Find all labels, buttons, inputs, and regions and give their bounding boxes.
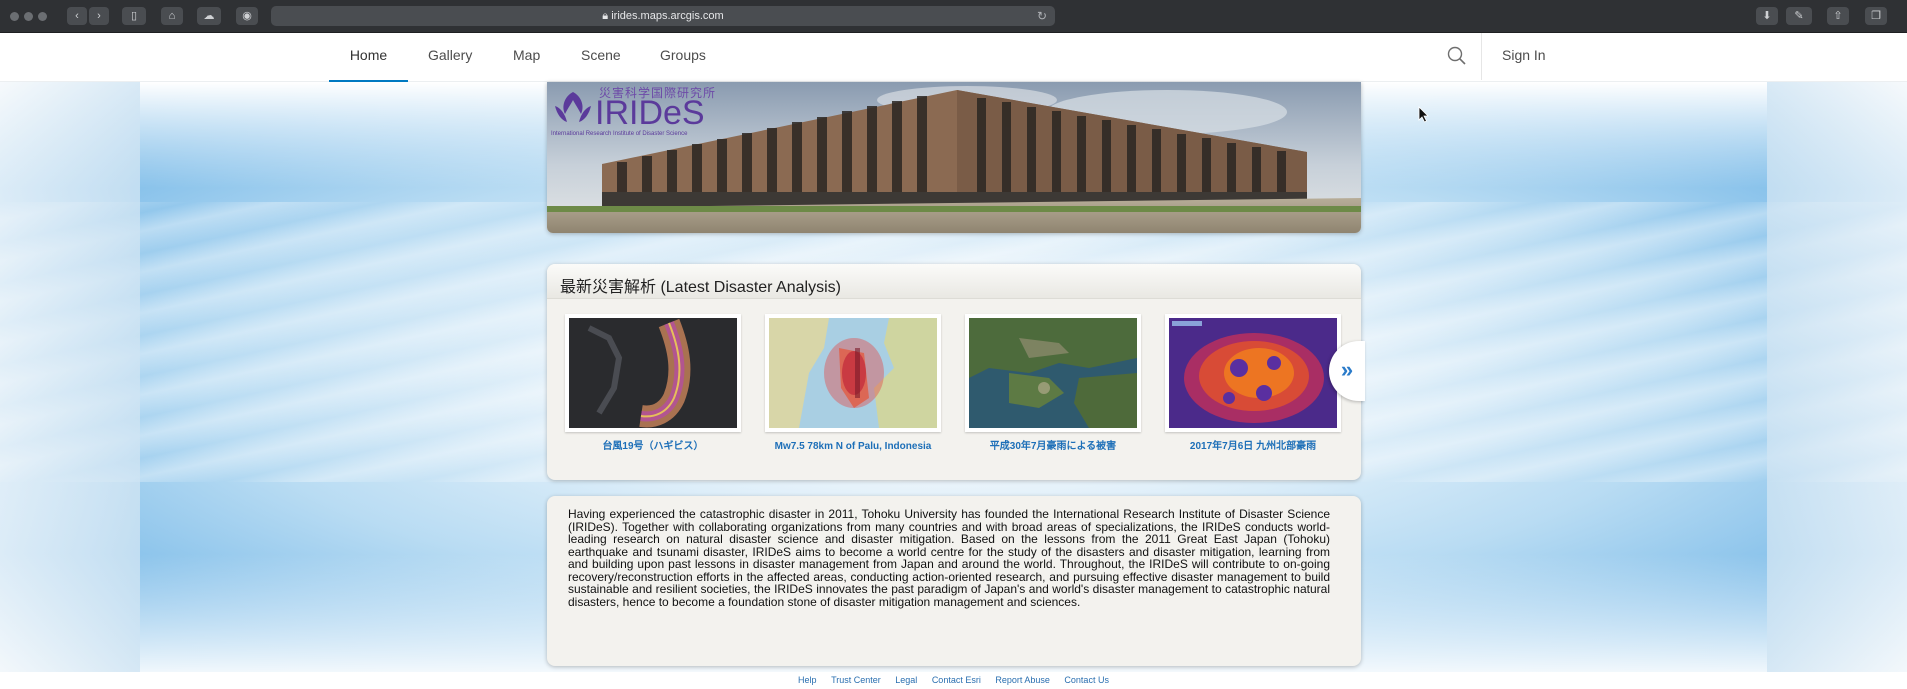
top-navigation: Home Gallery Map Scene Groups Sign In [0,33,1907,82]
download-icon[interactable]: ⬇ [1756,7,1778,25]
sidebar-icon[interactable]: ▯ [122,7,146,25]
institute-banner: 災害科学国際研究所 IRIDeS International Research … [547,82,1361,233]
gallery-item[interactable]: Mw7.5 78km N of Palu, Indonesia [765,314,941,453]
forward-icon[interactable]: › [89,7,109,25]
gallery-item-caption[interactable]: 2017年7月6日 九州北部豪雨 [1165,440,1341,453]
home-icon[interactable]: ⌂ [161,7,183,25]
zoom-window-dot[interactable] [38,12,47,21]
tab-home[interactable]: Home [329,33,408,82]
satellite-image-thumbnail[interactable] [965,314,1141,432]
institute-description: Having experienced the catastrophic disa… [568,507,1330,609]
browser-toolbar: ‹ › ▯ ⌂ ☁ ◉ 🔒︎ irides.maps.arcgis.com ↻ … [0,0,1907,33]
institute-description-panel: Having experienced the catastrophic disa… [547,496,1361,666]
tabs-icon[interactable]: ❐ [1865,7,1887,25]
lock-icon: 🔒︎ [602,10,612,22]
sign-in-link[interactable]: Sign In [1502,33,1546,78]
institute-subtitle: International Research Institute of Disa… [551,131,688,137]
latest-disaster-panel: 最新災害解析 (Latest Disaster Analysis) 台風19号（… [547,264,1365,480]
signature-icon[interactable]: ✎ [1786,7,1812,25]
panel-title: 最新災害解析 (Latest Disaster Analysis) [560,279,841,296]
gallery-item[interactable]: 平成30年7月豪雨による被害 [965,314,1141,453]
close-window-dot[interactable] [10,12,19,21]
footer-link-contact-us[interactable]: Contact Us [1064,675,1109,685]
footer-link-contact-esri[interactable]: Contact Esri [932,675,981,685]
footer-link-help[interactable]: Help [798,675,817,685]
typhoon-track-map-thumbnail[interactable] [565,314,741,432]
cloud-icon[interactable]: ☁ [197,7,221,25]
search-icon[interactable] [1446,45,1468,67]
earthquake-map-thumbnail[interactable] [765,314,941,432]
reload-icon[interactable]: ↻ [1037,6,1047,26]
extension-icon[interactable]: ◉ [236,7,258,25]
back-icon[interactable]: ‹ [67,7,87,25]
tab-map[interactable]: Map [513,33,540,80]
logo-text: IRIDeS [595,94,705,132]
tab-scene[interactable]: Scene [581,33,621,80]
address-bar[interactable]: 🔒︎ irides.maps.arcgis.com ↻ [271,6,1055,26]
tab-gallery[interactable]: Gallery [428,33,472,80]
gallery-item-caption[interactable]: Mw7.5 78km N of Palu, Indonesia [765,440,941,453]
footer-link-report-abuse[interactable]: Report Abuse [995,675,1050,685]
nav-divider [1481,33,1482,80]
gallery-item[interactable]: 2017年7月6日 九州北部豪雨 [1165,314,1341,453]
tab-groups[interactable]: Groups [660,33,706,80]
background-right-edge [1767,82,1907,672]
gallery-item[interactable]: 台風19号（ハギビス） [565,314,741,453]
gallery-item-caption[interactable]: 平成30年7月豪雨による被害 [965,440,1141,453]
mouse-cursor-icon [1418,106,1429,123]
background-left-edge [0,82,140,672]
iris-logo-icon [555,92,591,122]
share-icon[interactable]: ⇧ [1827,7,1849,25]
url-text: irides.maps.arcgis.com [611,10,724,22]
heatmap-thumbnail[interactable] [1165,314,1341,432]
minimize-window-dot[interactable] [24,12,33,21]
gallery-item-caption[interactable]: 台風19号（ハギビス） [565,440,741,453]
footer-link-trust-center[interactable]: Trust Center [831,675,881,685]
footer-link-legal[interactable]: Legal [895,675,917,685]
footer: Help Trust Center Legal Contact Esri Rep… [0,672,1907,689]
